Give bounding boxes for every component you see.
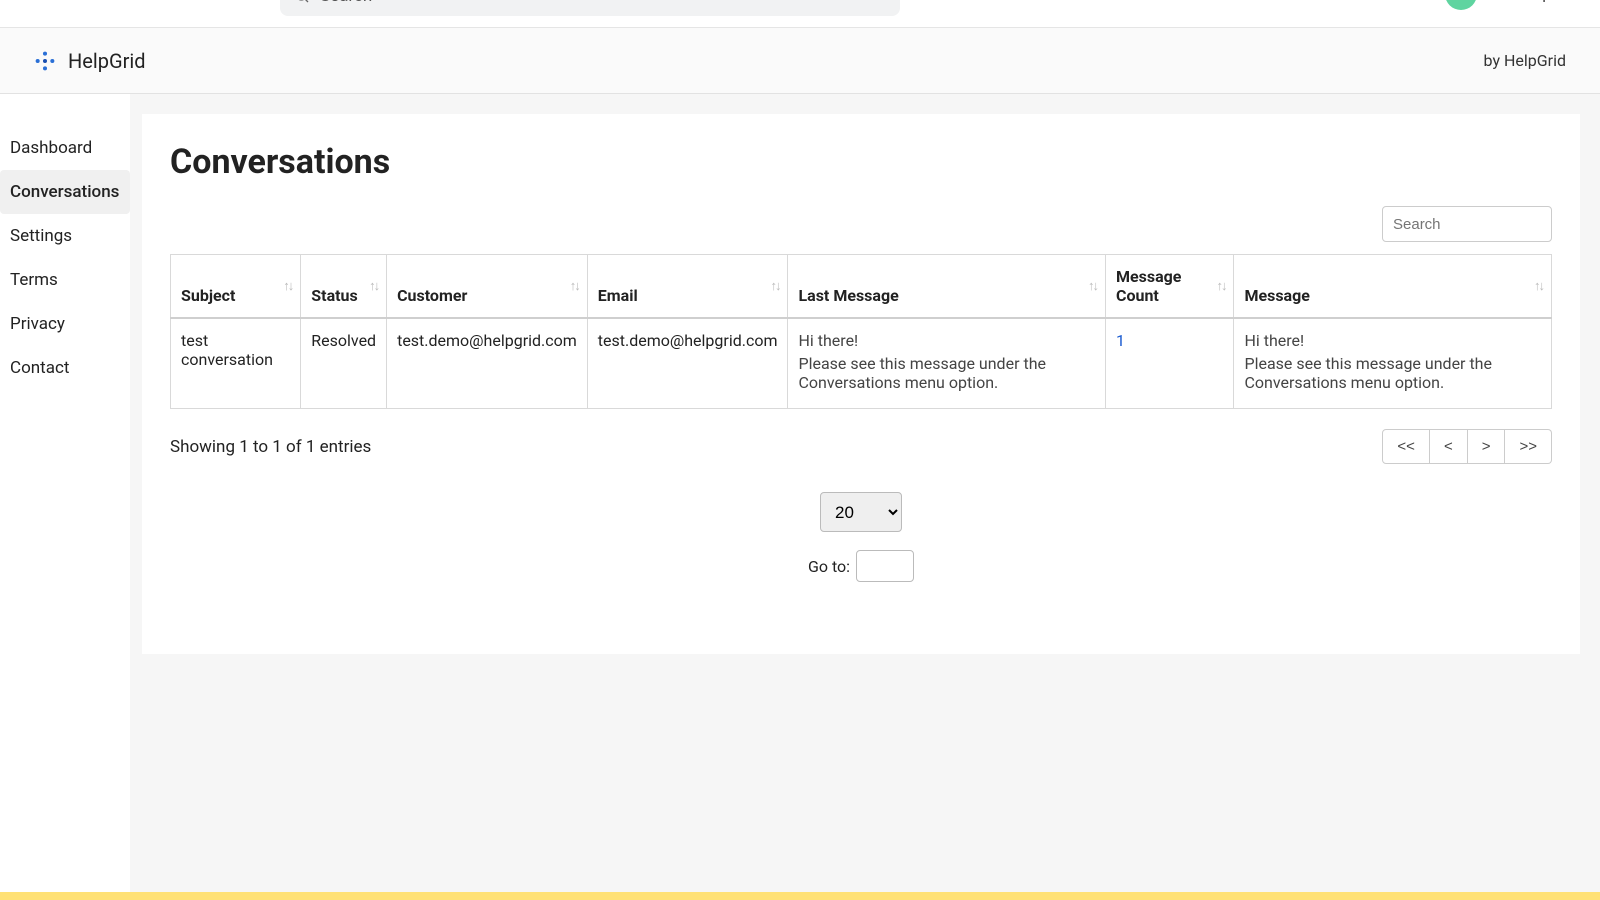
sort-icon: ↑↓: [1088, 278, 1097, 294]
global-search[interactable]: Search: [280, 0, 900, 16]
content-card: Conversations Subject ↑↓ Status ↑↓ Custome…: [142, 114, 1580, 654]
brand-byline: by HelpGrid: [1484, 51, 1566, 70]
sort-icon: ↑↓: [570, 278, 579, 294]
col-label: Subject: [181, 286, 235, 305]
col-label: Message: [1244, 286, 1309, 305]
sidebar-item-label: Privacy: [10, 314, 65, 334]
brand-header: HelpGrid by HelpGrid: [0, 28, 1600, 94]
page-size-select[interactable]: 20: [820, 492, 902, 532]
table-search-input[interactable]: [1382, 206, 1552, 242]
page-title: Conversations: [170, 142, 1552, 182]
sort-icon: ↑↓: [1216, 278, 1225, 294]
col-message-count[interactable]: Message Count ↑↓: [1105, 255, 1233, 319]
message-line: Hi there!: [798, 331, 1095, 350]
sidebar-item-label: Dashboard: [10, 138, 92, 158]
sidebar: Dashboard Conversations Settings Terms P…: [0, 94, 130, 900]
entries-info: Showing 1 to 1 of 1 entries: [170, 437, 371, 457]
sort-icon: ↑↓: [770, 278, 779, 294]
user-menu[interactable]: RZ Radu Zapata: [1445, 0, 1572, 10]
sidebar-item-label: Settings: [10, 226, 72, 246]
sidebar-item-label: Conversations: [10, 182, 119, 202]
col-message[interactable]: Message ↑↓: [1234, 255, 1552, 319]
goto-label: Go to:: [808, 557, 850, 576]
col-customer[interactable]: Customer ↑↓: [387, 255, 588, 319]
table-cell: Resolved: [301, 318, 387, 409]
page-first-button[interactable]: <<: [1382, 429, 1430, 464]
message-line: Please see this message under the Conver…: [1244, 354, 1541, 392]
table-row[interactable]: test conversationResolvedtest.demo@helpg…: [171, 318, 1552, 409]
col-label: Message Count: [1116, 267, 1181, 305]
message-line: Please see this message under the Conver…: [798, 354, 1095, 392]
sidebar-item-label: Terms: [10, 270, 58, 290]
sidebar-item-privacy[interactable]: Privacy: [0, 302, 130, 346]
sidebar-item-conversations[interactable]: Conversations: [0, 170, 130, 214]
table-cell: test.demo@helpgrid.com: [587, 318, 788, 409]
search-icon: [294, 0, 310, 4]
footer-accent-strip: [0, 892, 1600, 900]
sidebar-item-dashboard[interactable]: Dashboard: [0, 126, 130, 170]
sidebar-item-settings[interactable]: Settings: [0, 214, 130, 258]
col-label: Status: [311, 286, 357, 305]
sidebar-item-contact[interactable]: Contact: [0, 346, 130, 390]
col-last-message[interactable]: Last Message ↑↓: [788, 255, 1106, 319]
page-last-button[interactable]: >>: [1505, 429, 1552, 464]
page-prev-button[interactable]: <: [1430, 429, 1468, 464]
col-status[interactable]: Status ↑↓: [301, 255, 387, 319]
message-line: Hi there!: [1244, 331, 1541, 350]
sidebar-item-label: Contact: [10, 358, 69, 378]
table-cell: 1: [1105, 318, 1233, 409]
col-subject[interactable]: Subject ↑↓: [171, 255, 301, 319]
brand-name: HelpGrid: [68, 49, 146, 73]
table-cell: test conversation: [171, 318, 301, 409]
col-label: Email: [598, 286, 638, 305]
pager: << < > >>: [1382, 429, 1552, 464]
col-label: Customer: [397, 286, 467, 305]
goto-input[interactable]: [856, 550, 914, 582]
table-cell: Hi there! Please see this message under t…: [1234, 318, 1552, 409]
logo-icon: [34, 50, 56, 72]
sort-icon: ↑↓: [283, 278, 292, 294]
conversations-table: Subject ↑↓ Status ↑↓ Customer ↑↓ Email ↑↓ La…: [170, 254, 1552, 409]
topbar: Search RZ Radu Zapata: [0, 0, 1600, 28]
col-label: Last Message: [798, 286, 898, 305]
sidebar-item-terms[interactable]: Terms: [0, 258, 130, 302]
sort-icon: ↑↓: [369, 278, 378, 294]
table-cell: Hi there! Please see this message under t…: [788, 318, 1106, 409]
sort-icon: ↑↓: [1534, 278, 1543, 294]
avatar: RZ: [1445, 0, 1477, 10]
global-search-placeholder: Search: [320, 0, 372, 6]
table-cell: test.demo@helpgrid.com: [387, 318, 588, 409]
user-name: Radu Zapata: [1487, 0, 1572, 3]
page-next-button[interactable]: >: [1468, 429, 1506, 464]
message-count-link[interactable]: 1: [1116, 331, 1125, 350]
col-email[interactable]: Email ↑↓: [587, 255, 788, 319]
